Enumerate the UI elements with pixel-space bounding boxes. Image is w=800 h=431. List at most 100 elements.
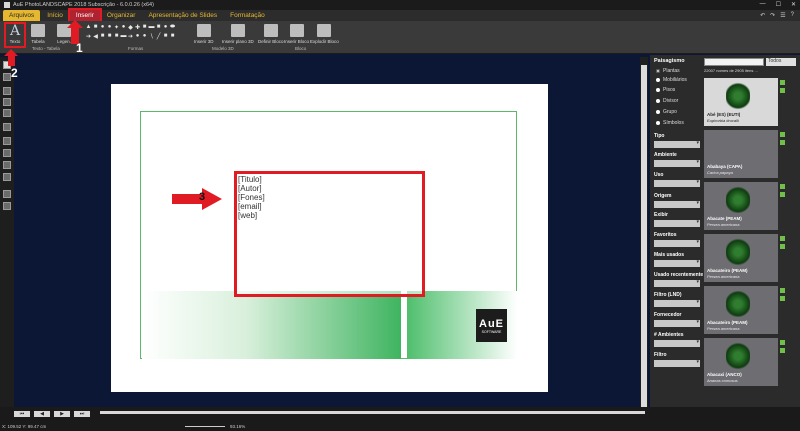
radio-plantas[interactable]: Plantas [656,68,680,74]
prev-page-button[interactable]: ◀ [34,411,50,417]
shape-triangle-icon[interactable]: ▲ [85,24,92,33]
tool-9-icon[interactable] [3,161,11,169]
radio-divisor[interactable]: Divisor [656,98,678,104]
tool-12-icon[interactable] [3,202,11,210]
close-button[interactable]: ✕ [791,1,796,8]
add-icon[interactable] [780,236,785,241]
radio-grupo[interactable]: Grupo [656,109,677,115]
add-icon[interactable] [780,132,785,137]
shape-rect-icon[interactable]: ■ [141,24,148,33]
filter-select-filtro-lnd[interactable] [654,299,700,307]
tab-organizar[interactable]: Organizar [101,10,142,21]
add-icon[interactable] [780,184,785,189]
radio-simbolos[interactable]: Símbolos [656,120,684,126]
texto-button[interactable]: A Texto [4,22,26,48]
shape-line-icon[interactable]: ∖ [148,33,155,42]
filter-select-usado-recentemente[interactable] [654,279,700,287]
filter-select-favoritos[interactable] [654,239,700,247]
shape-square4-icon[interactable]: ■ [113,33,120,42]
plant-card[interactable]: Abé (ES) (EUTI) Euphorbia tirucalli [704,78,785,126]
shape-arrow2-icon[interactable]: ➔ [127,33,134,42]
filter-select-ambientes[interactable] [654,339,700,347]
shape-square2-icon[interactable]: ■ [99,33,106,42]
radio-pisos[interactable]: Pisos [656,87,675,93]
inserir-3d-button[interactable]: Inserir 3D [194,24,214,44]
plant-card[interactable]: Abacateiro (PEAM) Persea americana [704,234,785,282]
shape-cloud-icon[interactable]: ● [141,33,148,42]
shape-bubble-icon[interactable]: ● [134,33,141,42]
shape-oval-icon[interactable]: ⬬ [169,24,176,33]
add-icon[interactable] [780,80,785,85]
category-select[interactable]: Todos [766,58,796,66]
help-icon[interactable]: ? [791,12,794,19]
shape-arrow-right-icon[interactable]: ➔ [85,33,92,42]
shape-arrow-left-icon[interactable]: ◀ [92,33,99,42]
tabela-button[interactable]: Tabela [31,24,45,44]
vertical-scroll-thumb[interactable] [641,65,647,415]
tool-6-icon[interactable] [3,123,11,131]
shape-square5-icon[interactable]: ■ [162,33,169,42]
tool-11-icon[interactable] [3,190,11,198]
shape-square6-icon[interactable]: ■ [169,33,176,42]
shape-rect2-icon[interactable]: ▬ [148,24,155,33]
filter-select-mais-usados[interactable] [654,259,700,267]
tool-3-icon[interactable] [3,87,11,95]
shape-plus-icon[interactable]: ✚ [134,24,141,33]
info-icon[interactable] [780,140,785,145]
shapes-gallery[interactable]: ▲ ■ ● ● ✦ ● ◆ ✚ ■ ▬ ■ ● ⬬ ➔ ◀ ■ ■ ■ ▬ ➔ … [85,24,180,44]
filter-select-fornecedor[interactable] [654,319,700,327]
add-icon[interactable] [780,340,785,345]
shape-rect4-icon[interactable]: ▬ [120,33,127,42]
canvas-page[interactable]: AuE SOFTWARE [Titulo] [Autor] [Fones] [e… [111,84,548,392]
redo-icon[interactable]: ↷ [770,12,775,19]
info-icon[interactable] [780,296,785,301]
explodir-bloco-button[interactable]: Explodir Bloco [310,24,339,44]
zoom-slider[interactable] [185,426,225,427]
filter-select-exibir[interactable] [654,219,700,227]
tool-10-icon[interactable] [3,173,11,181]
first-page-button[interactable]: ⏮ [14,411,30,417]
definir-bloco-button[interactable]: Definir Bloco [258,24,284,44]
tab-arquivos[interactable]: Arquivos [3,10,41,21]
inserir-plano-3d-button[interactable]: Inserir plano 3D [222,24,254,44]
tool-4-icon[interactable] [3,98,11,106]
shape-square3-icon[interactable]: ■ [106,33,113,42]
settings-icon[interactable]: ☰ [780,12,785,19]
filter-select-ambiente[interactable] [654,159,700,167]
shape-rect3-icon[interactable]: ■ [155,24,162,33]
filter-select-uso[interactable] [654,179,700,187]
radio-mobiliarios[interactable]: Mobiliários [656,77,687,83]
vertical-scrollbar[interactable] [640,57,648,419]
inserir-bloco-button[interactable]: Inserir Bloco [284,24,309,44]
title-block-textbox[interactable]: [Titulo] [Autor] [Fones] [email] [web] [234,171,425,297]
plant-card[interactable]: Abacaxi (ANCO) Ananas comosus [704,338,785,386]
tool-5-icon[interactable] [3,109,11,117]
filter-select-origem[interactable] [654,200,700,208]
filter-select-filtro[interactable] [654,359,700,367]
minimize-button[interactable]: — [760,1,766,8]
library-search-input[interactable] [704,58,764,66]
tab-formatacao[interactable]: Formatação [224,10,271,21]
tool-8-icon[interactable] [3,149,11,157]
shape-diamond-icon[interactable]: ◆ [127,24,134,33]
next-page-button[interactable]: ▶ [54,411,70,417]
info-icon[interactable] [780,244,785,249]
info-icon[interactable] [780,192,785,197]
tab-apresentacao-slides[interactable]: Apresentação de Slides [142,10,223,21]
shape-circle3-icon[interactable]: ● [120,24,127,33]
filter-select-tipo[interactable] [654,140,700,148]
shape-circle-icon[interactable]: ● [99,24,106,33]
info-icon[interactable] [780,88,785,93]
plant-card[interactable]: Abacate (PEAM) Persea americana [704,182,785,230]
shape-star-icon[interactable]: ✦ [113,24,120,33]
tool-7-icon[interactable] [3,137,11,145]
maximize-button[interactable]: ☐ [776,1,781,8]
undo-icon[interactable]: ↶ [760,12,765,19]
horizontal-scrollbar[interactable] [100,411,645,414]
info-icon[interactable] [780,348,785,353]
shape-square-icon[interactable]: ■ [92,24,99,33]
plant-card[interactable]: Abacateiro (PEAM) Persea americana [704,286,785,334]
shape-line2-icon[interactable]: ╱ [155,33,162,42]
tab-inicio[interactable]: Início [41,10,69,21]
plant-card[interactable]: Ababaya (CAPA) Carica papaya [704,130,785,178]
